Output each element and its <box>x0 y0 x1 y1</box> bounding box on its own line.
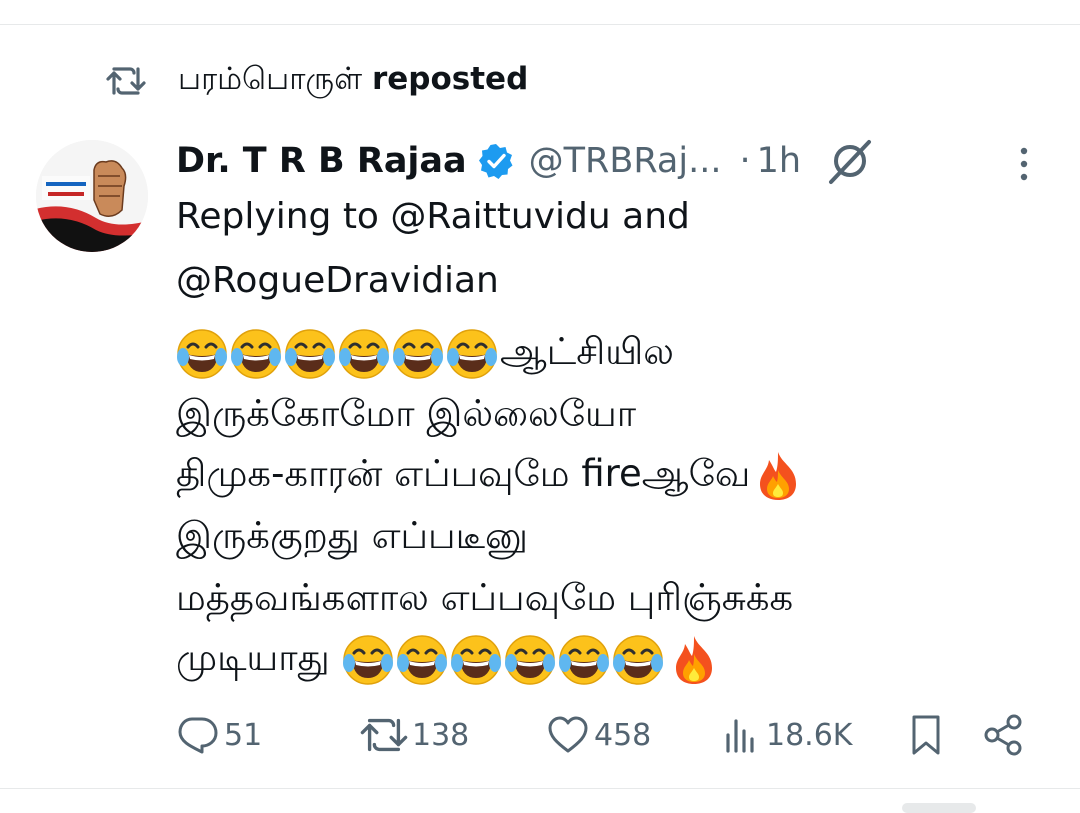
fire-emoji <box>672 634 716 686</box>
tweet-text-line-5: மத்தவங்களால எப்பவுமே புரிஞ்சுக்க <box>176 570 793 630</box>
tears-of-joy-emoji <box>396 634 448 686</box>
tears-of-joy-emoji <box>392 328 444 380</box>
reposter-name[interactable]: பரம்பொருள் <box>178 61 362 97</box>
bookmark-icon <box>912 715 940 755</box>
tears-of-joy-emoji <box>612 634 664 686</box>
share-icon <box>984 714 1022 756</box>
like-button[interactable]: 458 <box>546 708 651 762</box>
bottom-divider <box>0 788 1080 789</box>
tears-of-joy-emoji <box>284 328 336 380</box>
tears-of-joy-emoji <box>558 634 610 686</box>
fire-emoji <box>756 450 800 502</box>
heart-icon <box>548 716 588 753</box>
views-icon <box>726 719 754 753</box>
reply-icon <box>178 717 218 754</box>
tweet-text-line-3: திமுக-காரன் எப்பவுமே fireஆவே <box>176 446 800 506</box>
repost-header[interactable]: பரம்பொருள் reposted <box>104 56 528 106</box>
like-count: 458 <box>594 717 652 753</box>
reply-button[interactable]: 51 <box>176 708 262 762</box>
tears-of-joy-emoji <box>338 328 390 380</box>
tears-of-joy-emoji <box>446 328 498 380</box>
views-button[interactable]: 18.6K <box>722 708 852 762</box>
author-handle[interactable]: @TRBRaj... <box>529 141 722 181</box>
tweet-text-line-1: ஆட்சியில <box>176 324 674 384</box>
tears-of-joy-emoji <box>230 328 282 380</box>
replying-to-line-1: Replying to @Raittuvidu and <box>176 196 690 237</box>
repost-icon <box>360 718 408 752</box>
tears-of-joy-emoji <box>176 328 228 380</box>
tweet-text-line-4: இருக்குறது எப்படீனு <box>176 508 528 568</box>
tweet-text-line-6: முடியாது <box>176 630 716 690</box>
grok-icon[interactable] <box>825 136 875 186</box>
reposted-label: reposted <box>371 61 529 97</box>
repost-text: பரம்பொருள் reposted <box>178 61 528 101</box>
author-name[interactable]: Dr. T R B Rajaa <box>176 141 467 181</box>
replying-to-line-2[interactable]: @RogueDravidian <box>176 260 499 301</box>
tweet-text: இருக்குறது எப்படீனு <box>176 514 528 557</box>
bookmark-button[interactable] <box>908 708 944 762</box>
avatar[interactable] <box>36 140 148 252</box>
more-vertical-icon[interactable] <box>1010 144 1038 184</box>
repost-icon <box>104 59 148 103</box>
views-count: 18.6K <box>766 717 853 753</box>
tweet-text: மத்தவங்களால எப்பவுமே புரிஞ்சுக்க <box>176 576 794 619</box>
tears-of-joy-emoji <box>504 634 556 686</box>
scroll-handle <box>902 803 976 813</box>
tweet-text: திமுக-காரன் எப்பவுமே fireஆவே <box>176 452 751 495</box>
verified-badge-icon <box>477 141 517 181</box>
repost-count: 138 <box>412 717 470 753</box>
header-separator: · <box>739 141 751 181</box>
top-divider <box>0 24 1080 25</box>
post-header: Dr. T R B Rajaa @TRBRaj... · 1h <box>176 135 875 187</box>
tears-of-joy-emoji <box>342 634 394 686</box>
tears-of-joy-emoji <box>450 634 502 686</box>
repost-button[interactable]: 138 <box>360 708 469 762</box>
tweet-text-line-2: இருக்கோமோ இல்லையோ <box>176 386 636 446</box>
reply-count: 51 <box>224 717 263 753</box>
post-time[interactable]: 1h <box>757 141 801 181</box>
tweet-text: முடியாது <box>176 636 330 679</box>
share-button[interactable] <box>982 708 1026 762</box>
tweet-text: இருக்கோமோ இல்லையோ <box>176 392 637 435</box>
tweet-text: ஆட்சியில <box>500 330 674 373</box>
